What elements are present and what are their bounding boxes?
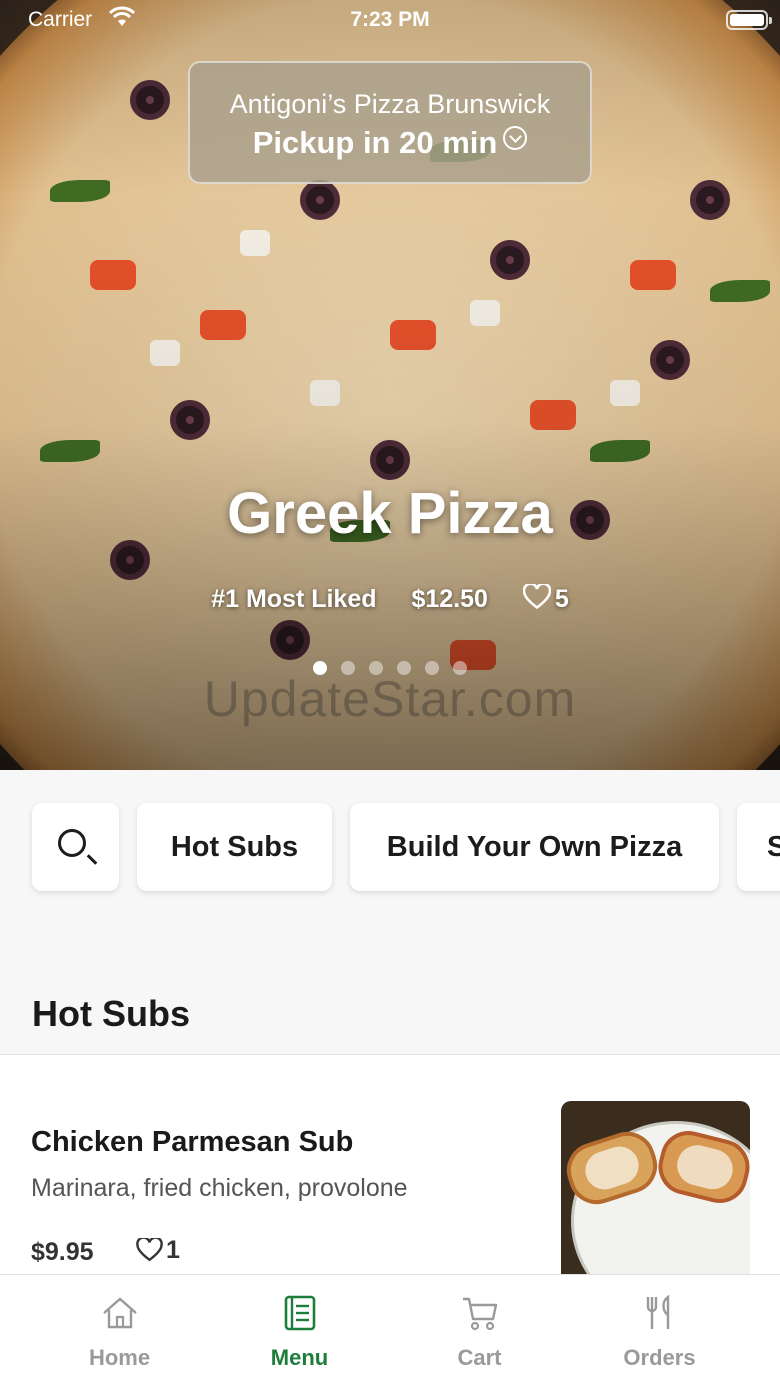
featured-price: $12.50 [411, 585, 488, 613]
menu-item[interactable]: Chicken Parmesan Sub Marinara, fried chi… [0, 1055, 780, 1275]
section-title: Hot Subs [32, 993, 190, 1034]
category-chips[interactable]: Hot Subs Build Your Own Pizza S [0, 770, 780, 930]
watermark: UpdateStar.com [203, 671, 577, 727]
chip-next-category[interactable]: S [737, 803, 780, 891]
store-name: Antigoni’s Pizza Brunswick [229, 89, 551, 119]
heart-icon [136, 1236, 163, 1262]
battery-icon [726, 10, 772, 30]
tab-orders[interactable]: Orders [562, 1275, 757, 1387]
status-bar: Carrier 7:23 PM [0, 0, 780, 40]
item-name: Chicken Parmesan Sub [31, 1126, 354, 1158]
item-photo [561, 1101, 750, 1275]
clock: 7:23 PM [350, 8, 430, 31]
menu-list: Chicken Parmesan Sub Marinara, fried chi… [0, 1054, 780, 1275]
pickup-time: Pickup in 20 min [190, 125, 590, 161]
featured-item-meta: #1 Most Liked $12.50 5 [0, 584, 780, 614]
tab-label: Home [88, 1345, 151, 1370]
cart-icon [463, 1297, 498, 1331]
tab-bar: Home Menu Cart Orders [0, 1274, 780, 1387]
tab-cart[interactable]: Cart [382, 1275, 577, 1387]
home-icon [103, 1297, 137, 1329]
search-icon [58, 829, 86, 857]
tab-label: Menu [270, 1345, 329, 1370]
chip-build-your-own-pizza[interactable]: Build Your Own Pizza [350, 803, 719, 891]
tab-menu[interactable]: Menu [202, 1275, 397, 1387]
fork-knife-icon [646, 1294, 670, 1329]
featured-item-title: Greek Pizza [227, 481, 553, 546]
chevron-down-circle-icon [503, 126, 528, 150]
chip-hot-subs[interactable]: Hot Subs [137, 803, 332, 891]
menu-book-icon [284, 1295, 316, 1331]
item-price: $9.95 [31, 1238, 94, 1266]
tab-label: Orders [623, 1345, 696, 1370]
featured-likes[interactable]: 5 [522, 584, 569, 613]
featured-hero[interactable]: Carrier 7:23 PM Antigoni’s Pizza Brunswi… [0, 0, 780, 770]
item-description: Marinara, fried chicken, provolone [31, 1174, 408, 1202]
heart-icon [522, 584, 551, 610]
tab-label: Cart [457, 1345, 502, 1370]
tab-home[interactable]: Home [22, 1275, 217, 1387]
search-button[interactable] [32, 803, 119, 891]
featured-badge: #1 Most Liked [211, 585, 377, 613]
item-likes[interactable]: 1 [136, 1236, 180, 1265]
location-selector[interactable]: Antigoni’s Pizza Brunswick Pickup in 20 … [188, 61, 592, 184]
